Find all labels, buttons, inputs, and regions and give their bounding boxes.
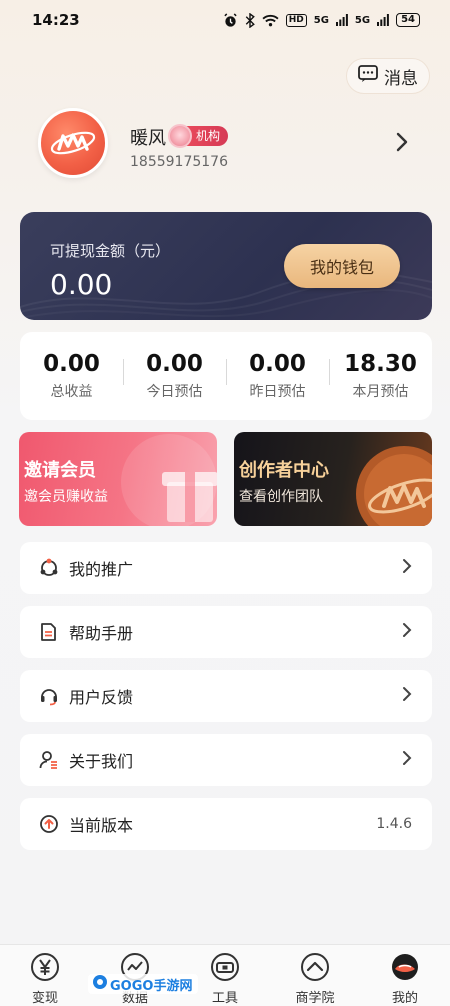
stat-label: 本月预估: [352, 384, 409, 400]
invite-subtitle: 邀会员赚收益: [24, 489, 108, 505]
tab-mine[interactable]: 我的: [360, 945, 450, 1006]
org-badge: 机构: [168, 124, 229, 148]
gem-icon: [168, 124, 192, 148]
yen-icon: [29, 951, 61, 983]
share-icon: [38, 557, 60, 579]
toolbox-icon: [209, 951, 241, 983]
headset-icon: [38, 685, 60, 707]
stat-label: 今日预估: [146, 384, 203, 400]
tab-academy[interactable]: 商学院: [270, 945, 360, 1006]
wifi-icon: [262, 14, 279, 27]
alarm-icon: [223, 12, 238, 28]
wallet-card: 可提现金额（元） 0.00 我的钱包: [20, 212, 432, 320]
about-icon: [38, 749, 60, 771]
stat-yesterday-estimate: 0.00 昨日预估: [226, 351, 329, 401]
profile-header[interactable]: 暖风 机构 18559175176: [38, 104, 430, 184]
messages-button[interactable]: 消息: [346, 58, 430, 94]
stat-value: 18.30: [344, 351, 417, 377]
manual-icon: [38, 621, 60, 643]
menu-item-version[interactable]: 当前版本 1.4.6: [20, 798, 432, 850]
tab-label: 工具: [211, 991, 238, 1006]
status-icons: HD 5G 5G 54: [223, 12, 420, 28]
site-watermark: GOGO手游网: [88, 974, 199, 994]
watermark-text: GOGO手游网: [110, 978, 193, 994]
chevron-right-icon: [402, 622, 412, 642]
stats-card: 0.00 总收益 0.00 今日预估 0.00 昨日预估 18.30 本月预估: [20, 332, 432, 420]
menu-item-help[interactable]: 帮助手册: [20, 606, 432, 658]
watermark-logo-icon: [92, 974, 108, 994]
menu-label: 我的推广: [69, 560, 134, 579]
stat-total-earnings: 0.00 总收益: [20, 351, 123, 401]
tab-label: 商学院: [295, 991, 335, 1006]
menu-item-about[interactable]: 关于我们: [20, 734, 432, 786]
academy-icon: [299, 951, 331, 983]
upload-icon: [38, 813, 60, 835]
stat-value: 0.00: [43, 351, 100, 377]
chevron-right-icon: [402, 686, 412, 706]
chevron-right-icon: [402, 558, 412, 578]
stat-value: 0.00: [146, 351, 203, 377]
stat-value: 0.00: [249, 351, 306, 377]
invite-member-card[interactable]: 邀请会员 邀会员赚收益: [19, 432, 217, 526]
chevron-right-icon[interactable]: [396, 132, 408, 156]
invite-title: 邀请会员: [24, 460, 96, 481]
bottom-tab-bar: 变现 数据 工具 商学院 我的: [0, 944, 450, 1006]
creator-title: 创作者中心: [239, 460, 329, 481]
tab-label: 变现: [31, 991, 58, 1006]
signal-bars-icon: [335, 14, 348, 26]
stat-label: 昨日预估: [249, 384, 306, 400]
avatar[interactable]: [38, 108, 108, 178]
bluetooth-icon: [245, 12, 255, 28]
wallet-label: 可提现金额（元）: [50, 242, 171, 260]
my-wallet-button[interactable]: 我的钱包: [284, 244, 400, 288]
signal-2: 5G: [354, 14, 371, 26]
menu-item-promotion[interactable]: 我的推广: [20, 542, 432, 594]
chat-bubble-icon: [358, 64, 378, 88]
user-phone: 18559175176: [130, 154, 228, 170]
hd-badge: HD: [285, 13, 307, 27]
user-name: 暖风: [130, 128, 166, 149]
profile-logo-icon: [389, 951, 421, 983]
stat-month-estimate: 18.30 本月预估: [329, 351, 432, 401]
status-bar: 14:23 HD 5G 5G 54: [0, 0, 450, 40]
creator-subtitle: 查看创作团队: [239, 489, 323, 505]
menu-label: 关于我们: [69, 752, 134, 771]
brand-logo-icon: [50, 131, 96, 155]
menu-item-feedback[interactable]: 用户反馈: [20, 670, 432, 722]
status-time: 14:23: [32, 11, 80, 29]
creator-center-card[interactable]: 创作者中心 查看创作团队: [234, 432, 432, 526]
tab-label: 我的: [391, 991, 418, 1006]
menu-label: 用户反馈: [69, 688, 134, 707]
tab-monetize[interactable]: 变现: [0, 945, 90, 1006]
version-value: 1.4.6: [376, 816, 412, 832]
stat-label: 总收益: [50, 384, 93, 400]
wallet-amount: 0.00: [50, 268, 113, 301]
org-badge-label: 机构: [186, 126, 229, 146]
messages-label: 消息: [384, 68, 418, 89]
battery-indicator: 54: [396, 13, 420, 27]
stat-today-estimate: 0.00 今日预估: [123, 351, 226, 401]
signal-1: 5G: [313, 14, 329, 26]
chevron-right-icon: [402, 750, 412, 770]
menu-label: 当前版本: [69, 816, 134, 835]
menu-label: 帮助手册: [69, 624, 134, 643]
signal-bars-icon: [377, 14, 389, 26]
